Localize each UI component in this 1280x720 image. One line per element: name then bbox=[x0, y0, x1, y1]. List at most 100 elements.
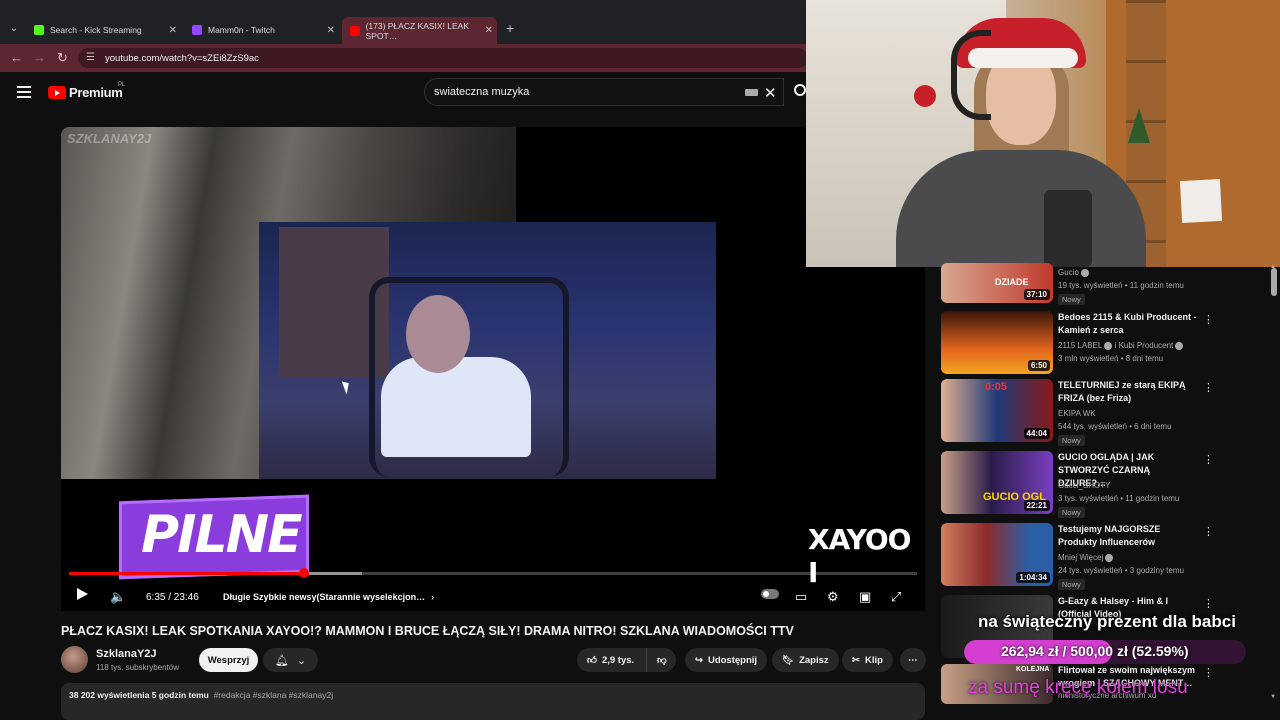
reload-icon[interactable]: ↻ bbox=[57, 50, 68, 66]
share-label: Udostępnij bbox=[707, 654, 758, 666]
youtube-premium-brand[interactable]: Premium bbox=[69, 85, 123, 100]
tab-twitch[interactable]: Mamm0n - Twitch ✕ bbox=[184, 19, 339, 41]
channel-avatar[interactable] bbox=[61, 646, 88, 673]
verified-icon bbox=[1175, 341, 1184, 350]
sidebar-scrollbar[interactable] bbox=[1271, 268, 1277, 296]
more-vertical-icon[interactable]: ⋮ bbox=[1203, 313, 1214, 326]
clear-search-icon[interactable]: ✕ bbox=[764, 84, 777, 102]
donation-goal-title: na świąteczny prezent dla babci bbox=[978, 612, 1236, 631]
thumbs-down-icon: 👎︎ bbox=[657, 655, 667, 666]
channel-name[interactable]: 2115 LABEL i Kubi Producent bbox=[1058, 341, 1184, 350]
channel-label: Mniej Więcej bbox=[1058, 553, 1104, 562]
video-player[interactable]: SZKLANAY2J PILNE XAYOO I 🔈 6:35 / 23:46 … bbox=[61, 127, 925, 611]
dislike-button[interactable]: 👎︎ bbox=[646, 648, 676, 672]
recommendation-item[interactable]: 6:50 Bedoes 2115 & Kubi Producent - Kami… bbox=[941, 311, 1271, 374]
share-button[interactable]: ↪ Udostępnij bbox=[685, 648, 768, 672]
more-vertical-icon[interactable]: ⋮ bbox=[1203, 453, 1214, 466]
channel-name[interactable]: Mniej Więcej bbox=[1058, 553, 1114, 562]
recommendation-item[interactable]: 0:05 44:04 TELETURNIEJ ze starą EKIPĄ FR… bbox=[941, 379, 1271, 446]
progress-bar[interactable] bbox=[69, 568, 917, 578]
views-and-date: 38 202 wyświetlenia 5 godzin temu #redak… bbox=[69, 690, 333, 700]
verified-icon bbox=[1105, 553, 1114, 562]
fullscreen-icon[interactable]: ⤢ bbox=[891, 587, 901, 607]
video-meta: 19 tys. wyświetleń • 11 godzin temu bbox=[1058, 281, 1184, 290]
more-vertical-icon[interactable]: ⋮ bbox=[1203, 381, 1214, 394]
thumbnail-text: KOLEJNA bbox=[1016, 666, 1050, 673]
video-duration: 22:21 bbox=[1023, 500, 1050, 511]
donation-goal-amount: 262,94 zł / 500,00 zł (52.59%) bbox=[1001, 643, 1189, 659]
pilne-badge-text: PILNE bbox=[141, 505, 303, 565]
more-vertical-icon[interactable]: ⋮ bbox=[1203, 525, 1214, 538]
autoplay-toggle[interactable] bbox=[761, 589, 779, 599]
subscriber-count: 118 tys. subskrybentów bbox=[96, 663, 180, 672]
channel-label-2: i Kubi Producent bbox=[1114, 341, 1174, 350]
video-thumbnail[interactable]: 6:50 bbox=[941, 311, 1053, 374]
video-meta: 3 mln wyświetleń • 8 dni temu bbox=[1058, 354, 1164, 363]
video-title[interactable]: TELETURNIEJ ze starą EKIPĄ FRIZA (bez Fr… bbox=[1058, 379, 1198, 405]
bookmark-icon: 🔖︎ bbox=[782, 654, 795, 666]
thumbnail-text: 0:05 bbox=[985, 381, 1008, 393]
clip-button[interactable]: ✂ Klip bbox=[842, 648, 893, 672]
progress-scrubber[interactable] bbox=[298, 568, 309, 578]
bell-icon: 🔔︎ bbox=[274, 654, 289, 667]
time-display: 6:35 / 23:46 bbox=[146, 591, 199, 603]
more-vertical-icon[interactable]: ⋮ bbox=[1203, 597, 1214, 610]
back-icon[interactable]: ← bbox=[10, 50, 23, 65]
search-query[interactable]: swiateczna muzyka bbox=[434, 86, 529, 98]
video-title[interactable]: Bedoes 2115 & Kubi Producent - Kamień z … bbox=[1058, 311, 1198, 337]
theater-mode-icon[interactable]: ▣ bbox=[859, 587, 871, 607]
tab-kick[interactable]: Search - Kick Streaming ✕ bbox=[26, 19, 181, 41]
description-box[interactable] bbox=[61, 683, 925, 720]
channel-name[interactable]: Gucci_SHOTY bbox=[1058, 481, 1110, 490]
clip-label: Klip bbox=[864, 654, 883, 666]
channel-name[interactable]: SzklanaY2J bbox=[96, 648, 157, 660]
video-duration: 44:04 bbox=[1023, 428, 1050, 439]
support-button[interactable]: Wesprzyj bbox=[199, 648, 258, 672]
site-info-icon[interactable]: ☰ bbox=[86, 52, 98, 64]
video-overlay-caption: XAYOO I bbox=[808, 523, 911, 589]
chapter-title[interactable]: Długie Szybkie newsy(Starannie wyselekcj… bbox=[223, 587, 434, 607]
recommendation-item[interactable]: 1:04:34 Testujemy NAJGORSZE Produkty Inf… bbox=[941, 523, 1271, 590]
forward-icon[interactable]: → bbox=[33, 50, 46, 65]
subtitles-icon[interactable]: ▭ bbox=[795, 587, 807, 607]
hashtags[interactable]: #redakcja #szklana #szklanay2j bbox=[214, 690, 334, 700]
channel-name[interactable]: Gucio bbox=[1058, 268, 1089, 277]
webcam-sweater bbox=[896, 150, 1146, 267]
tab-close-icon[interactable]: ✕ bbox=[327, 25, 335, 36]
tab-youtube-active[interactable]: (173) PŁACZ KASIX! LEAK SPOT… ✕ bbox=[342, 17, 497, 44]
keyboard-icon[interactable] bbox=[745, 89, 758, 96]
tab-close-icon[interactable]: ✕ bbox=[169, 25, 177, 36]
video-thumbnail[interactable]: DZIADE 37:10 bbox=[941, 263, 1053, 303]
view-count: 38 202 wyświetlenia 5 godzin temu bbox=[69, 690, 209, 700]
thumbs-up-icon: 👍︎ bbox=[587, 655, 597, 666]
video-thumbnail[interactable]: GUCIO OGL 22:21 bbox=[941, 451, 1053, 514]
more-vertical-icon[interactable]: ⋮ bbox=[1203, 666, 1214, 679]
video-meta: 24 tys. wyświetleń • 3 godziny temu bbox=[1058, 566, 1184, 575]
recommendation-item[interactable]: GUCIO OGL 22:21 GUCIO OGLĄDA | JAK STWOR… bbox=[941, 451, 1271, 518]
play-icon[interactable] bbox=[77, 588, 88, 600]
recommendation-item[interactable]: DZIADE 37:10 Gucio 19 tys. wyświetleń • … bbox=[941, 263, 1271, 308]
youtube-logo-icon[interactable] bbox=[48, 86, 66, 99]
save-button[interactable]: 🔖︎ Zapisz bbox=[772, 648, 839, 672]
hamburger-menu-icon[interactable] bbox=[17, 86, 31, 101]
progress-played bbox=[69, 572, 304, 575]
settings-gear-icon[interactable]: ⚙ bbox=[827, 587, 839, 607]
new-badge: Nowy bbox=[1058, 435, 1085, 446]
channel-name[interactable]: EKIPA WK bbox=[1058, 409, 1096, 418]
scroll-down-arrow-icon[interactable]: ▼ bbox=[1270, 694, 1276, 700]
volume-icon[interactable]: 🔈 bbox=[110, 587, 126, 607]
notification-bell-button[interactable]: 🔔︎ ⌄ bbox=[263, 648, 318, 672]
url-text[interactable]: youtube.com/watch?v=sZEi8ZzS9ac bbox=[105, 53, 259, 64]
tab-search-dropdown[interactable]: ⌄ bbox=[6, 21, 22, 37]
video-thumbnail[interactable]: 1:04:34 bbox=[941, 523, 1053, 586]
like-button[interactable]: 👍︎ 2,9 tys. bbox=[577, 648, 646, 672]
video-title[interactable]: Testujemy NAJGORSZE Produkty Influenceró… bbox=[1058, 523, 1198, 549]
chevron-down-icon: ⌄ bbox=[296, 654, 307, 667]
new-tab-button[interactable]: + bbox=[506, 20, 514, 36]
more-actions-button[interactable]: ⋯ bbox=[900, 648, 926, 672]
search-icon[interactable] bbox=[794, 84, 806, 96]
new-badge: Nowy bbox=[1058, 579, 1085, 590]
tab-close-icon[interactable]: ✕ bbox=[485, 25, 493, 36]
video-person-shirt bbox=[381, 357, 531, 457]
video-thumbnail[interactable]: 0:05 44:04 bbox=[941, 379, 1053, 442]
